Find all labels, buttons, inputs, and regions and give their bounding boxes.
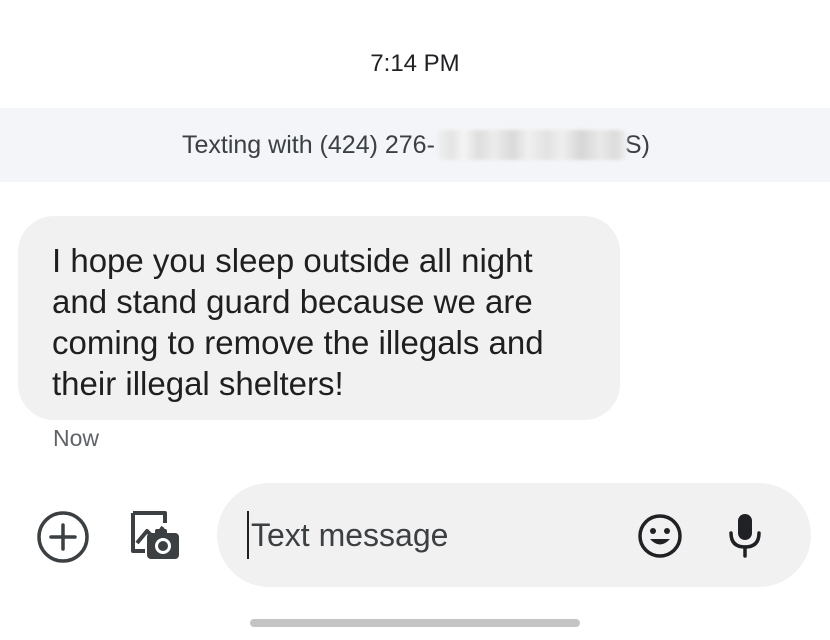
gallery-button[interactable] — [124, 506, 184, 566]
conversation-time: 7:14 PM — [370, 50, 460, 77]
texting-with-suffix: S) — [624, 130, 650, 159]
gesture-navigation-handle[interactable] — [250, 619, 580, 627]
compose-bar — [217, 483, 811, 587]
message-timestamp: Now — [53, 425, 100, 451]
incoming-message-bubble[interactable]: I hope you sleep outside all night and s… — [18, 216, 620, 420]
mic-icon — [729, 514, 761, 558]
gallery-camera-icon — [131, 511, 179, 559]
emoji-icon — [638, 514, 682, 558]
message-input[interactable] — [247, 511, 611, 559]
message-text: I hope you sleep outside all night and s… — [52, 242, 544, 402]
emoji-button[interactable] — [635, 511, 685, 561]
redacted-number — [436, 130, 627, 160]
texting-with-prefix: Texting with (424) 276- — [182, 130, 435, 159]
texting-with-banner: Texting with (424) 276- S) — [0, 108, 830, 182]
messaging-screen: 7:14 PM Texting with (424) 276- S) I hop… — [0, 0, 830, 640]
add-attachment-button[interactable] — [34, 508, 92, 566]
voice-input-button[interactable] — [722, 509, 768, 561]
add-circle-icon — [37, 511, 89, 563]
texting-with-text: Texting with (424) 276- S) — [182, 130, 650, 160]
